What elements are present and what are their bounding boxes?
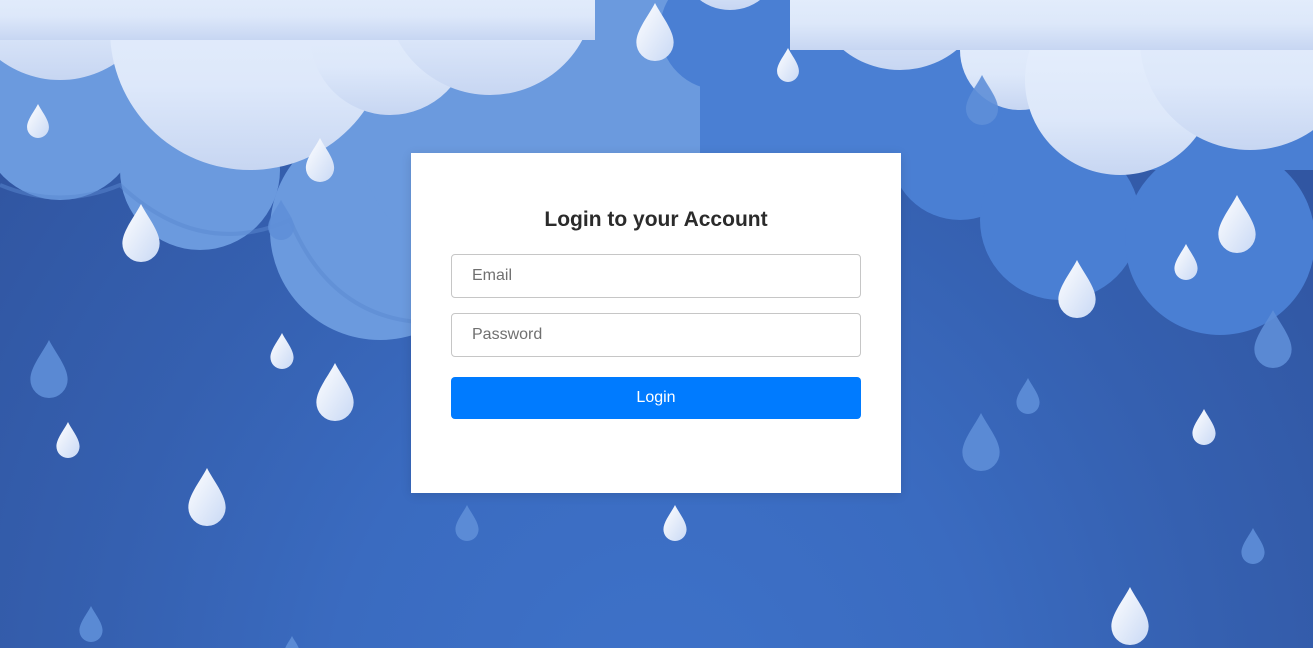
raindrop-icon: [1111, 587, 1149, 645]
raindrop-icon: [663, 505, 687, 541]
raindrop-icon: [316, 363, 354, 421]
password-input[interactable]: [451, 313, 861, 357]
login-title: Login to your Account: [544, 208, 768, 231]
login-button[interactable]: Login: [451, 377, 861, 419]
raindrop-icon: [1241, 528, 1265, 564]
raindrop-icon: [1016, 378, 1040, 414]
rainy-login-page: Login to your Account Login: [0, 0, 1313, 648]
raindrop-icon: [30, 340, 68, 398]
raindrop-icon: [962, 413, 1000, 471]
raindrop-icon: [455, 505, 479, 541]
email-input[interactable]: [451, 254, 861, 298]
raindrop-icon: [56, 422, 80, 458]
raindrop-icon: [1192, 409, 1216, 445]
login-card: Login to your Account Login: [411, 153, 901, 493]
raindrop-icon: [284, 636, 300, 648]
raindrop-icon: [188, 468, 226, 526]
raindrop-icon: [79, 606, 103, 642]
raindrop-icon: [270, 333, 294, 369]
